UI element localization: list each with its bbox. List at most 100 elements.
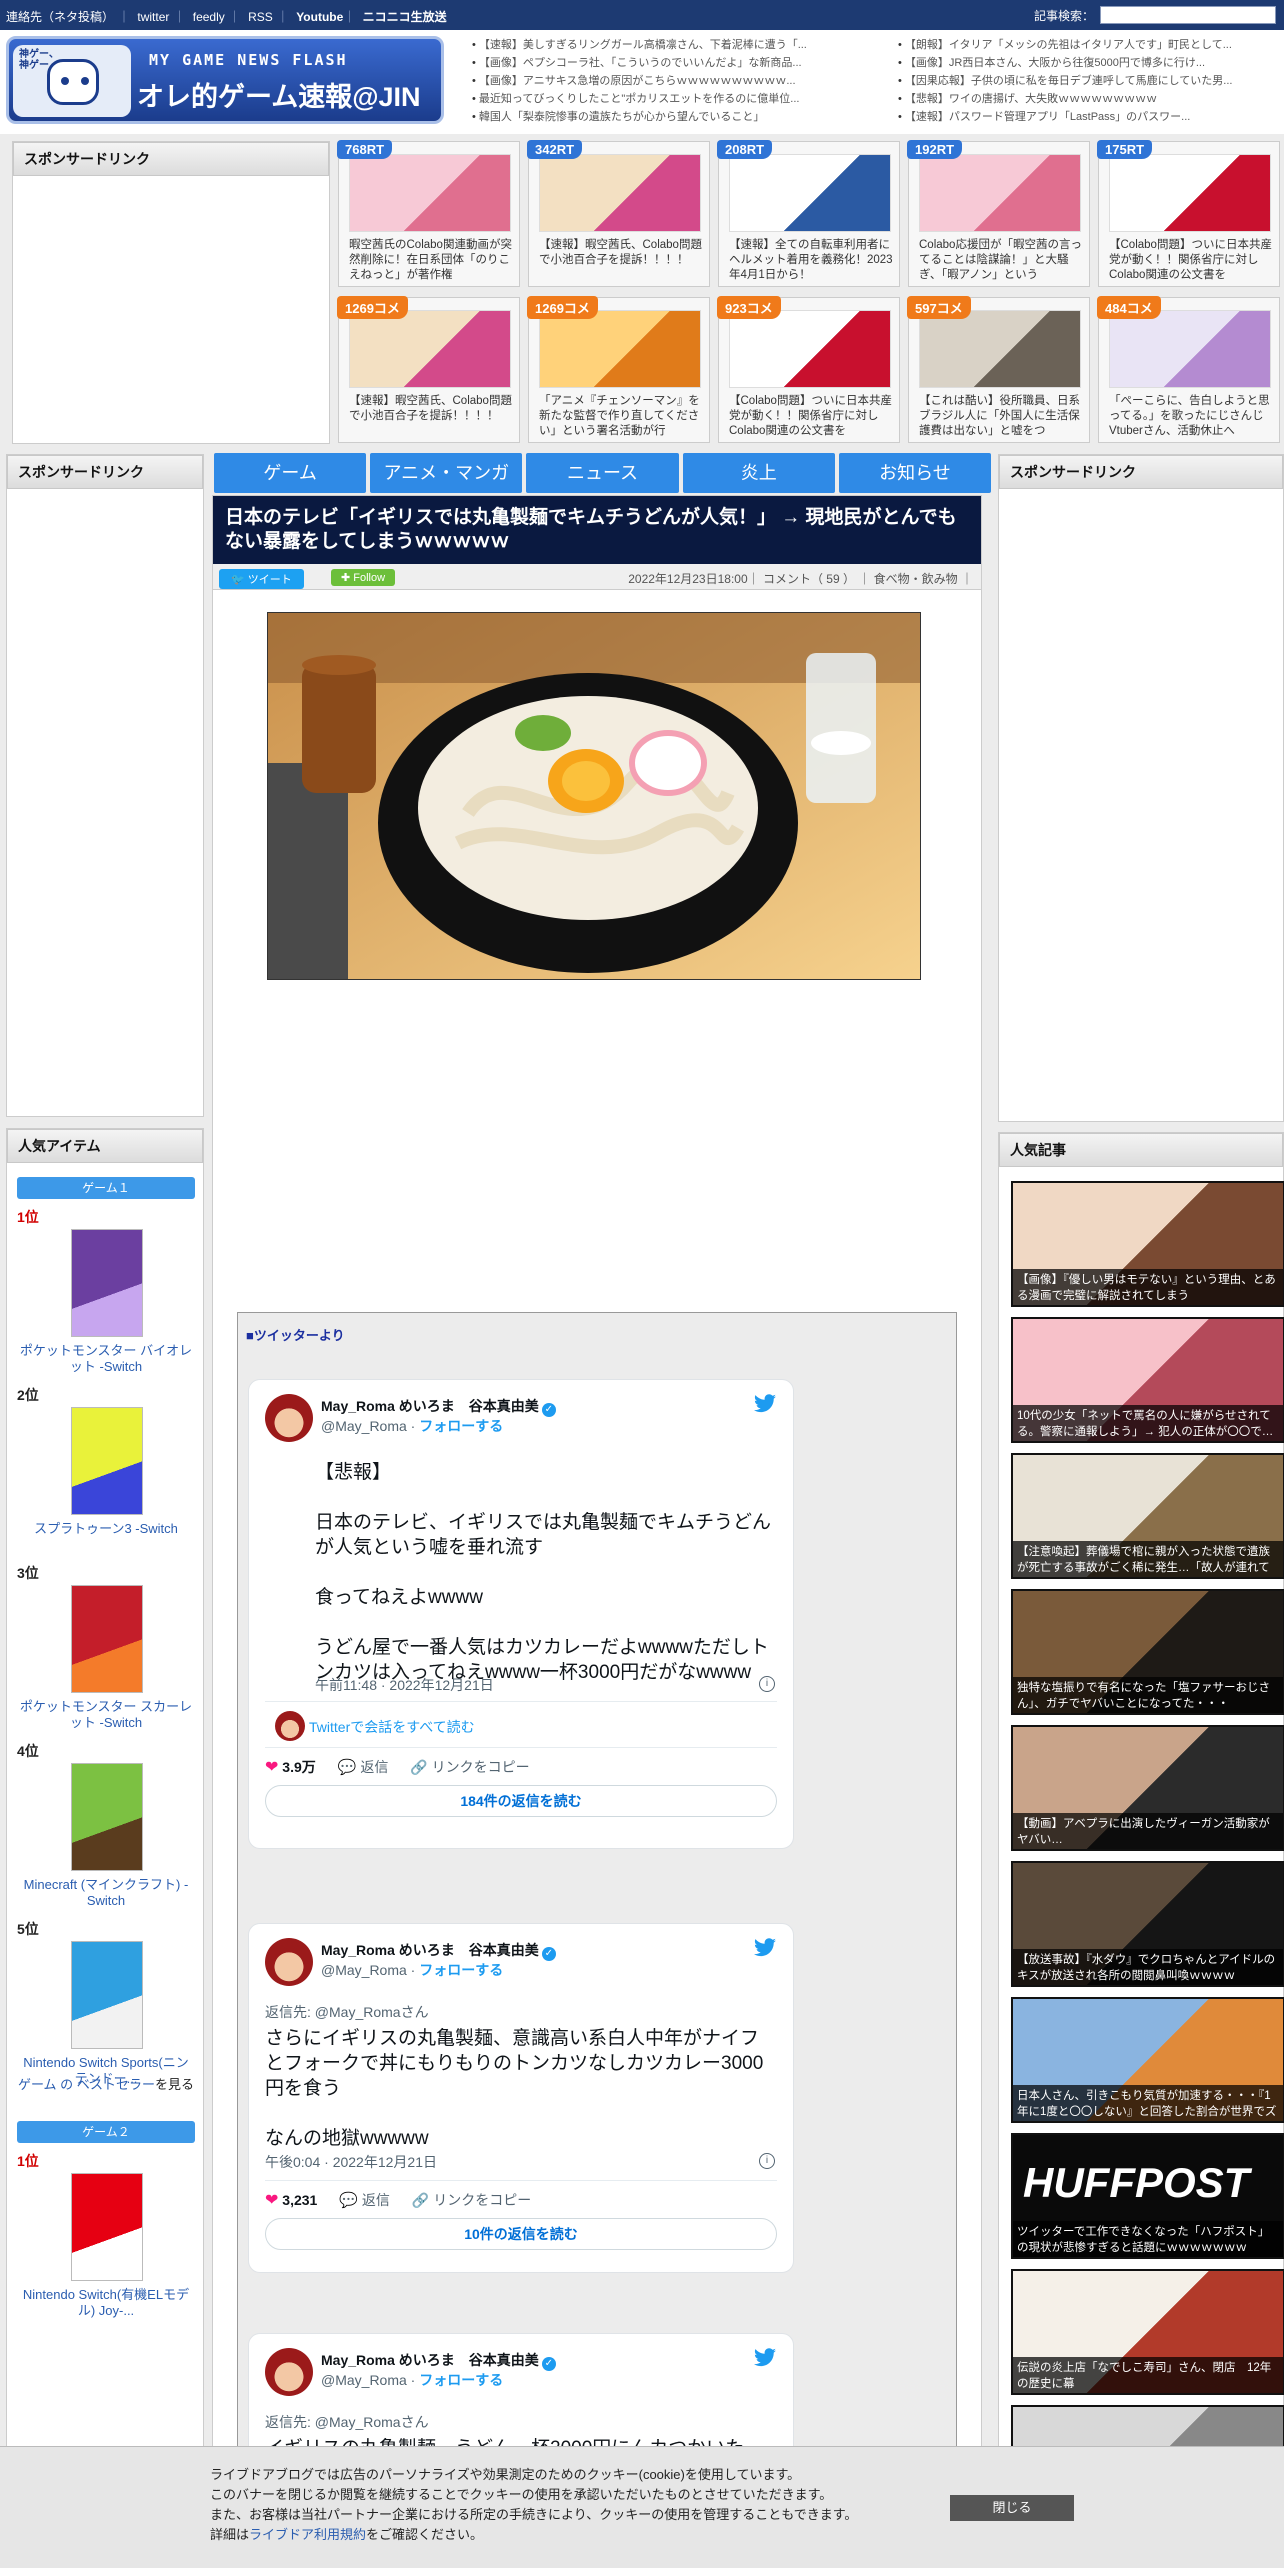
- header-news-item[interactable]: 【因果応報】子供の頃に私を毎日デブ連呼して馬鹿にしていた男...: [898, 72, 1284, 90]
- twitter-bird-icon[interactable]: [753, 1394, 777, 1414]
- popular-article[interactable]: 伝説の炎上店「なでしこ寿司」さん、閉店 12年の歴史に幕: [1011, 2269, 1284, 2395]
- follow-link[interactable]: フォローする: [419, 1418, 503, 1434]
- info-icon[interactable]: i: [759, 2153, 775, 2169]
- copy-link-button[interactable]: 🔗 リンクをコピー: [410, 1757, 529, 1777]
- copy-link-button[interactable]: 🔗 リンクをコピー: [412, 2190, 531, 2210]
- cookie-close-button[interactable]: 閉じる: [950, 2495, 1074, 2521]
- tweet-card: May_Roma めいろま 谷本真由美 ✓ @May_Roma · フォローする 返信…: [248, 1923, 794, 2273]
- handle-text: @May_Roma ·: [321, 1418, 420, 1434]
- author-name[interactable]: May_Roma めいろま 谷本真由美: [321, 1942, 539, 1958]
- ranking-thumb[interactable]: 768RT 暇空茜氏のColabo関連動画が突然削除に！在日系団体「のりこえねっと…: [337, 140, 520, 287]
- nav-game[interactable]: ゲーム: [214, 453, 367, 493]
- read-replies-button[interactable]: 10件の返信を読む: [265, 2218, 777, 2250]
- top-link-youtube[interactable]: Youtube: [296, 10, 343, 24]
- game-group-badge[interactable]: ゲーム２: [17, 2121, 195, 2143]
- avatar[interactable]: [265, 1394, 313, 1442]
- thumb-badge: 208RT: [717, 140, 773, 159]
- header-news-item[interactable]: 【画像】アニサキス急増の原因がこちらｗｗｗｗｗｗｗｗｗｗ...: [472, 72, 872, 90]
- ranking-thumb[interactable]: 208RT 【速報】全ての自転車利用者にヘルメット着用を義務化！2023年4月1日…: [717, 140, 900, 287]
- rank-label: 1位: [17, 1209, 39, 1225]
- follow-link[interactable]: フォローする: [419, 2372, 503, 2388]
- like-button[interactable]: ❤ 3,231: [265, 2190, 317, 2210]
- author-name[interactable]: May_Roma めいろま 谷本真由美: [321, 2352, 539, 2368]
- product-image[interactable]: [71, 1941, 143, 2049]
- sponsor-box-left: スポンサードリンク: [6, 454, 204, 1117]
- top-link-feedly[interactable]: feedly: [193, 10, 225, 24]
- tweet-button[interactable]: 🐦 ツイート: [219, 569, 304, 589]
- product-image[interactable]: [71, 2173, 143, 2281]
- ranking-thumb[interactable]: 484コメ 「ぺーこらに、告白しようと思ってる。」を歌ったにじさんじVtuberさ…: [1097, 296, 1280, 443]
- header-news-item[interactable]: 最近知ってびっくりしたこと"ポカリスエットを作るのに億単位...: [472, 90, 872, 108]
- top-link-twitter[interactable]: twitter: [137, 10, 169, 24]
- popular-article[interactable]: 【注意喚起】葬儀場で棺に親が入った状態で遺族が死亡する事故がごく稀に発生…「故人…: [1011, 1453, 1284, 1579]
- product-name[interactable]: Minecraft (マインクラフト) - Switch: [17, 1877, 195, 1909]
- product-image[interactable]: [71, 1229, 143, 1337]
- popular-article[interactable]: 独特な塩振りで有名になった「塩ファサーおじさん」、ガチでヤバいことになってた・・…: [1011, 1589, 1284, 1715]
- terms-link[interactable]: ライブドア利用規約: [249, 2527, 366, 2542]
- site-logo[interactable]: 神ゲー、 神ゲー… MY GAME NEWS FLASH オレ的ゲーム速報@JI…: [6, 36, 444, 124]
- avatar[interactable]: [265, 2348, 313, 2396]
- popular-article[interactable]: 【画像】『優しい男はモテない』という理由、とある漫画で完璧に解説されてしまう: [1011, 1181, 1284, 1307]
- product-name[interactable]: ポケットモンスター バイオレット -Switch: [17, 1343, 195, 1375]
- bestseller-link[interactable]: ゲーム の ベストセラー: [18, 2077, 155, 2092]
- header-news-item[interactable]: 【朗報】イタリア「メッシの先祖はイタリア人です」町民として...: [898, 36, 1284, 54]
- popular-article-caption: 【画像】『優しい男はモテない』という理由、とある漫画で完璧に解説されてしまう: [1013, 1269, 1283, 1305]
- like-button[interactable]: ❤ 3.9万: [265, 1757, 316, 1777]
- avatar[interactable]: [265, 1938, 313, 1986]
- tweet-text: さらにイギリスの丸亀製麺、意識高い系白人中年がナイフとフォークで丼にもりもりのト…: [265, 2028, 764, 2149]
- header-news-item[interactable]: 【悲報】ワイの唐揚げ、大失敗ｗｗｗｗｗｗｗｗｗ: [898, 90, 1284, 108]
- nav-enjou[interactable]: 炎上: [682, 453, 835, 493]
- ranking-thumb[interactable]: 597コメ 【これは酷い】役所職員、日系ブラジル人に「外国人に生活保護費は出ない」…: [907, 296, 1090, 443]
- ranking-thumb[interactable]: 1269コメ 「アニメ『チェンソーマン』を新たな監督で作り直してください」という署…: [527, 296, 710, 443]
- header-news-item[interactable]: 【速報】美しすぎるリングガール高橋凛さん、下着泥棒に遭う「...: [472, 36, 872, 54]
- tweet-author[interactable]: May_Roma めいろま 谷本真由美 ✓: [321, 2350, 556, 2371]
- header-news-item[interactable]: 【速報】パスワード管理アプリ「LastPass」のパスワー...: [898, 108, 1284, 126]
- rank-label: 4位: [17, 1743, 39, 1759]
- read-replies-button[interactable]: 184件の返信を読む: [265, 1785, 777, 1817]
- rank-label: 5位: [17, 1921, 39, 1937]
- ranking-thumb[interactable]: 1269コメ 【速報】暇空茜氏、Colabo問題で小池百合子を提訴！！！！: [337, 296, 520, 443]
- twitter-bird-icon[interactable]: [753, 2348, 777, 2368]
- nav-notice[interactable]: お知らせ: [838, 453, 992, 493]
- product-image[interactable]: [71, 1585, 143, 1693]
- reply-button[interactable]: 💬 返信: [338, 1757, 389, 1777]
- tweet-timestamp[interactable]: 午後0:04 · 2022年12月21日: [265, 2152, 437, 2172]
- search-input[interactable]: [1100, 6, 1276, 24]
- header-news-item[interactable]: 【画像】JR西日本さん、大阪から往復5000円で博多に行け...: [898, 54, 1284, 72]
- product-image[interactable]: [71, 1407, 143, 1515]
- header-news-item[interactable]: 韓国人「梨泰院惨事の遺族たちが心から望んでいること」: [472, 108, 872, 126]
- nav-news[interactable]: ニュース: [526, 453, 679, 493]
- popular-article[interactable]: 【放送事故】『水ダウ』でクロちゃんとアイドルのキスが放送され各所の閲閲鼻叫喚ｗｗ…: [1011, 1861, 1284, 1987]
- ranking-thumb[interactable]: 923コメ 【Colabo問題】ついに日本共産党が動く！！関係省庁に対しColab…: [717, 296, 900, 443]
- article-title[interactable]: 日本のテレビ「イギリスでは丸亀製麺でキムチうどんが人気！」 → 現地民がとんでも…: [213, 496, 981, 564]
- info-icon[interactable]: i: [759, 1676, 775, 1692]
- game-group-badge[interactable]: ゲーム１: [17, 1177, 195, 1199]
- tweet-author[interactable]: May_Roma めいろま 谷本真由美 ✓: [321, 1940, 556, 1961]
- ranking-thumb[interactable]: 342RT 【速報】暇空茜氏、Colabo問題で小池百合子を提訴！！！！: [527, 140, 710, 287]
- popular-article[interactable]: 【動画】アベプラに出演したヴィーガン活動家がヤバい…: [1011, 1725, 1284, 1851]
- product-name[interactable]: スプラトゥーン3 -Switch: [17, 1521, 195, 1537]
- ranking-thumb[interactable]: 192RT Colabo応援団が「暇空茜の言ってることは陰謀論！」と大騒ぎ、「暇ア…: [907, 140, 1090, 287]
- nav-anime-manga[interactable]: アニメ・マンガ: [370, 453, 523, 493]
- top-link-niconico[interactable]: ニコニコ生放送: [363, 10, 447, 24]
- ranking-thumb[interactable]: 175RT 【Colabo問題】ついに日本共産党が動く！！関係省庁に対しColab…: [1097, 140, 1280, 287]
- tweet-author[interactable]: May_Roma めいろま 谷本真由美 ✓: [321, 1396, 556, 1417]
- tweet-timestamp[interactable]: 午前11:48 · 2022年12月21日: [315, 1675, 494, 1695]
- popular-article[interactable]: 日本人さん、引きこもり気質が加速する・・・『1年に1度と〇〇しない』と回答した割…: [1011, 1997, 1284, 2123]
- read-conversation-link[interactable]: Twitterで会話をすべて読む: [309, 1717, 475, 1737]
- popular-article[interactable]: HUFFPOST ツイッターで工作できなくなった「ハフポスト」の現状が悲惨すぎると…: [1011, 2133, 1284, 2259]
- header-news-item[interactable]: 【画像】ペプシコーラ社、「こういうのでいいんだよ」な新商品...: [472, 54, 872, 72]
- reply-button[interactable]: 💬 返信: [339, 2190, 390, 2210]
- follow-link[interactable]: フォローする: [419, 1962, 503, 1978]
- popular-article[interactable]: 10代の少女「ネットで罵名の人に嫌がらせされてる。警察に通報しよう」→ 犯人の正…: [1011, 1317, 1284, 1443]
- product-name[interactable]: ポケットモンスター スカーレット -Switch: [17, 1699, 195, 1731]
- thumb-badge: 192RT: [907, 140, 963, 159]
- top-link-contact[interactable]: 連絡先（ネタ投稿）: [6, 10, 114, 24]
- twitter-bird-icon[interactable]: [753, 1938, 777, 1958]
- author-name[interactable]: May_Roma めいろま 谷本真由美: [321, 1398, 539, 1414]
- product-image[interactable]: [71, 1763, 143, 1871]
- thumb-badge: 923コメ: [717, 296, 781, 319]
- top-link-rss[interactable]: RSS: [248, 10, 273, 24]
- follow-button[interactable]: ✚ Follow: [331, 569, 396, 586]
- product-name[interactable]: Nintendo Switch(有機ELモデル) Joy-...: [17, 2287, 195, 2319]
